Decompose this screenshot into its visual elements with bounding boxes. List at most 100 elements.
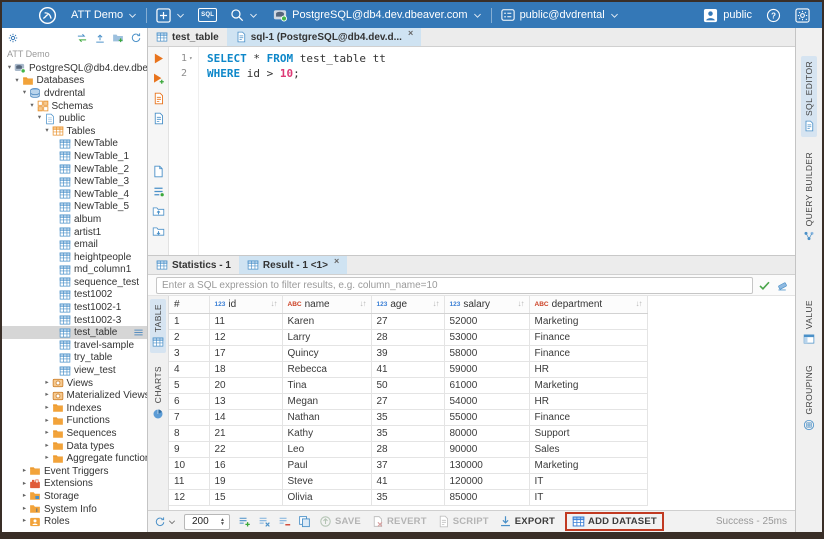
tree-expander-icon[interactable]: ▾	[28, 103, 37, 110]
tree-expander-icon[interactable]: ▾	[13, 78, 22, 85]
tree-item-databases[interactable]: ▾Databases	[2, 75, 147, 88]
data-cell[interactable]: Quincy	[282, 345, 371, 361]
tree-item-postgresql-db4-dev-dbe[interactable]: ▾PostgreSQL@db4.dev.dbe...	[2, 62, 147, 75]
data-cell[interactable]: 50	[371, 377, 444, 393]
tree-item-tables[interactable]: ▾Tables	[2, 125, 147, 138]
tree-item-roles[interactable]: ▸Roles	[2, 515, 147, 528]
tree-item-newtable-4[interactable]: NewTable_4	[2, 188, 147, 201]
sort-icon[interactable]: ↓↑	[518, 299, 524, 308]
data-cell[interactable]: Marketing	[529, 313, 647, 329]
data-cell[interactable]: 27	[371, 393, 444, 409]
tree-item-aggregate-functions[interactable]: ▸Aggregate functions	[2, 452, 147, 465]
data-cell[interactable]: IT	[529, 473, 647, 489]
duplicate-row-button-icon[interactable]	[258, 515, 271, 528]
data-cell[interactable]: Marketing	[529, 457, 647, 473]
data-cell[interactable]: 15	[209, 489, 282, 505]
code-area[interactable]: SELECT * FROM test_table ttWHERE id > 10…	[199, 47, 795, 255]
data-cell[interactable]: Marketing	[529, 377, 647, 393]
result-grid[interactable]: #123id↓↑ABCname↓↑123age↓↑123salary↓↑ABCd…	[169, 296, 648, 506]
tree-expander-icon[interactable]: ▸	[20, 493, 29, 500]
data-cell[interactable]: 55000	[444, 409, 529, 425]
filter-input[interactable]	[156, 277, 753, 294]
side-tab-grouping[interactable]: GROUPING	[801, 360, 817, 435]
tree-item-system-info[interactable]: ▸iSystem Info	[2, 503, 147, 516]
tree-expander-icon[interactable]: ▾	[43, 128, 52, 135]
row-menu-icon[interactable]	[133, 327, 144, 338]
execute-script-icon[interactable]	[152, 92, 165, 105]
tree-item-newtable-1[interactable]: NewTable_1	[2, 150, 147, 163]
close-tab-icon[interactable]: ×	[334, 257, 339, 266]
delete-row-button-icon[interactable]	[278, 515, 291, 528]
presentation-tab-table[interactable]: TABLE	[150, 299, 166, 353]
tree-item-heightpeople[interactable]: heightpeople	[2, 251, 147, 264]
tree-item-view-test[interactable]: view_test	[2, 364, 147, 377]
data-cell[interactable]: 22	[209, 441, 282, 457]
data-cell[interactable]: Steve	[282, 473, 371, 489]
tree-expander-icon[interactable]: ▸	[20, 468, 29, 475]
data-cell[interactable]: IT	[529, 489, 647, 505]
tree-item-test-table[interactable]: test_table	[2, 326, 147, 339]
data-cell[interactable]: 61000	[444, 377, 529, 393]
data-cell[interactable]: 59000	[444, 361, 529, 377]
add-row-button-icon[interactable]	[238, 515, 251, 528]
execute-new-tab-icon[interactable]	[152, 72, 165, 85]
data-cell[interactable]: 53000	[444, 329, 529, 345]
apply-filter-button[interactable]	[758, 279, 771, 292]
add-dataset-button[interactable]: ADD DATASET	[572, 515, 657, 528]
data-cell[interactable]: Rebecca	[282, 361, 371, 377]
tree-expander-icon[interactable]: ▸	[20, 506, 29, 513]
table-row[interactable]: 520Tina5061000Marketing	[169, 377, 647, 393]
tree-expander-icon[interactable]: ▸	[43, 392, 52, 399]
data-cell[interactable]: Tina	[282, 377, 371, 393]
results-tab-statistics-1[interactable]: Statistics - 1	[148, 256, 239, 274]
data-cell[interactable]: 20	[209, 377, 282, 393]
tree-expander-icon[interactable]: ▾	[5, 65, 14, 72]
data-cell[interactable]: 80000	[444, 425, 529, 441]
data-cell[interactable]: Finance	[529, 409, 647, 425]
data-cell[interactable]: 41	[371, 473, 444, 489]
data-cell[interactable]: 54000	[444, 393, 529, 409]
data-cell[interactable]: Megan	[282, 393, 371, 409]
row-number-cell[interactable]: 5	[169, 377, 209, 393]
tree-item-views[interactable]: ▸Views	[2, 377, 147, 390]
row-number-cell[interactable]: 7	[169, 409, 209, 425]
connection-selector[interactable]: PostgreSQL@db4.dev.dbeaver.com	[273, 8, 481, 22]
copy-row-button-icon[interactable]	[298, 515, 311, 528]
data-cell[interactable]: 35	[371, 409, 444, 425]
table-row[interactable]: 418Rebecca4159000HR	[169, 361, 647, 377]
data-cell[interactable]: 41	[371, 361, 444, 377]
tree-item-schemas[interactable]: ▾Schemas	[2, 100, 147, 113]
refresh-tree-button[interactable]	[130, 32, 142, 44]
data-cell[interactable]: 13	[209, 393, 282, 409]
export-button[interactable]: EXPORT	[499, 515, 555, 528]
sort-icon[interactable]: ↓↑	[271, 299, 277, 308]
tree-expander-icon[interactable]: ▾	[35, 115, 44, 122]
tree-item-indexes[interactable]: ▸Indexes	[2, 402, 147, 415]
data-cell[interactable]: 12	[209, 329, 282, 345]
search-button[interactable]	[230, 8, 258, 22]
tree-item-event-triggers[interactable]: ▸Event Triggers	[2, 465, 147, 478]
column-header-name[interactable]: ABCname↓↑	[282, 296, 371, 313]
tree-item-data-types[interactable]: ▸Data types	[2, 440, 147, 453]
collapse-all-button[interactable]	[94, 32, 106, 44]
tree-item-materialized-views[interactable]: ▸Materialized Views	[2, 389, 147, 402]
settings-button[interactable]	[795, 8, 810, 23]
data-cell[interactable]: 120000	[444, 473, 529, 489]
tree-item-functions[interactable]: ▸Functions	[2, 415, 147, 428]
data-cell[interactable]: 85000	[444, 489, 529, 505]
tree-item-artist1[interactable]: artist1	[2, 226, 147, 239]
table-row[interactable]: 317Quincy3958000Finance	[169, 345, 647, 361]
data-cell[interactable]: 18	[209, 361, 282, 377]
editor-tab-sql-1-postgresql-db4-dev-d[interactable]: sql-1 (PostgreSQL@db4.dev.d...×	[227, 28, 422, 46]
sort-icon[interactable]: ↓↑	[433, 299, 439, 308]
data-cell[interactable]: HR	[529, 361, 647, 377]
data-cell[interactable]: 17	[209, 345, 282, 361]
close-tab-icon[interactable]: ×	[408, 29, 413, 38]
fetch-size-stepper[interactable]: 200 ▲▼	[184, 514, 230, 530]
fold-icon[interactable]: ▾	[189, 55, 196, 62]
execute-statement-icon[interactable]	[152, 52, 165, 65]
row-number-cell[interactable]: 2	[169, 329, 209, 345]
tree-item-storage[interactable]: ▸Storage	[2, 490, 147, 503]
tree-expander-icon[interactable]: ▸	[43, 430, 52, 437]
data-cell[interactable]: 28	[371, 329, 444, 345]
